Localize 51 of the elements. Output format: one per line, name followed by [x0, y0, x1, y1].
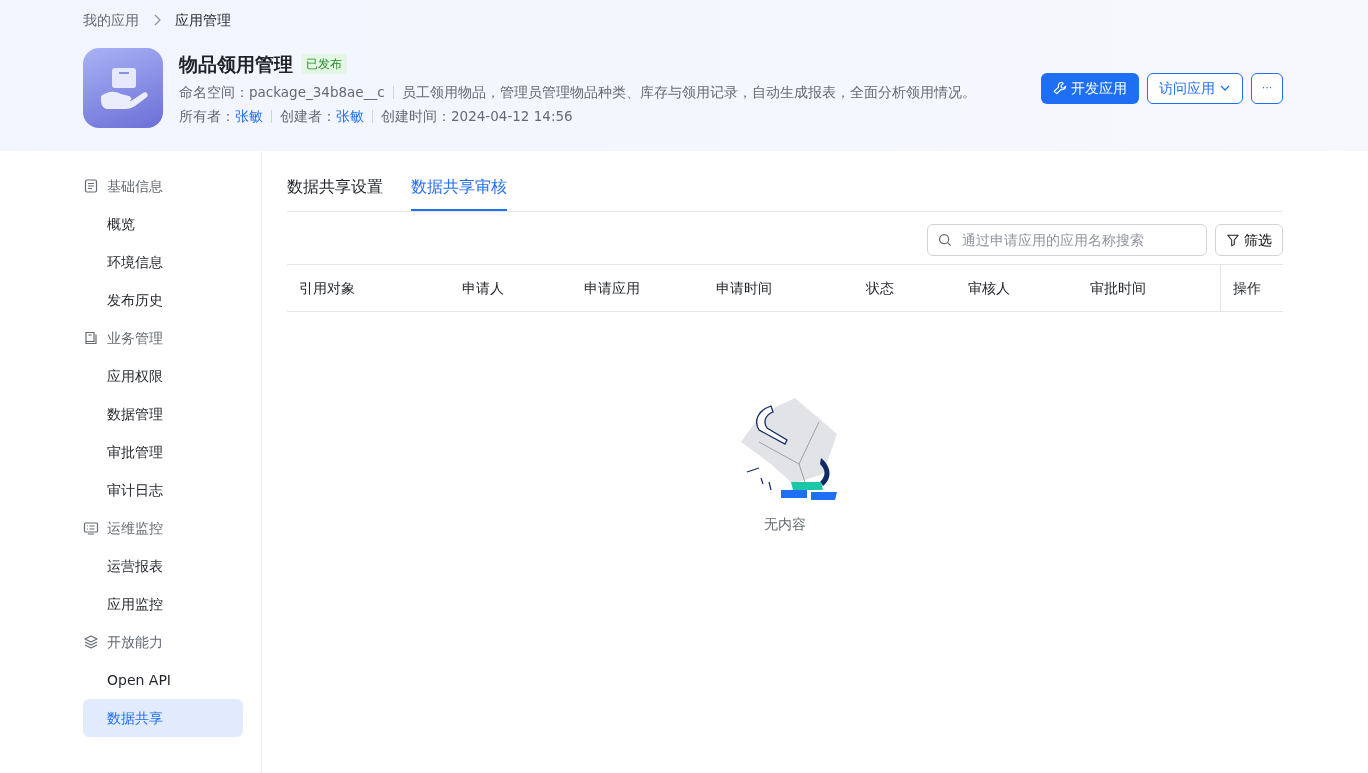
- filter-icon: [1226, 233, 1240, 247]
- sidebar-item[interactable]: 审批管理: [83, 433, 243, 471]
- visit-app-dropdown[interactable]: 访问应用: [1147, 72, 1243, 104]
- develop-app-button[interactable]: 开发应用: [1041, 72, 1139, 104]
- tab[interactable]: 数据共享审核: [411, 167, 507, 211]
- sidebar-item[interactable]: 应用监控: [83, 585, 243, 623]
- sidebar-group-label: 业务管理: [107, 328, 163, 348]
- sidebar-item[interactable]: 应用权限: [83, 357, 243, 395]
- filter-button[interactable]: 筛选: [1215, 224, 1283, 256]
- sidebar-item[interactable]: 发布历史: [83, 281, 243, 319]
- search-field[interactable]: 通过申请应用的应用名称搜索: [927, 224, 1207, 256]
- sidebar-group-label: 开放能力: [107, 632, 163, 652]
- sidebar-group-label: 基础信息: [107, 176, 163, 196]
- owner-label: 所有者：: [179, 107, 235, 127]
- book-icon: [83, 330, 99, 346]
- creator-label: 创建者：: [280, 107, 336, 127]
- sidebar-item[interactable]: 数据共享: [83, 699, 243, 737]
- empty-state-text: 无内容: [764, 515, 806, 534]
- column-header: 申请人: [461, 278, 505, 298]
- wrench-icon: [1053, 81, 1067, 95]
- column-header: 审批时间: [1089, 278, 1147, 298]
- column-header: 申请时间: [715, 278, 773, 298]
- owner-link[interactable]: 张敏: [235, 106, 263, 127]
- created-time: 2024-04-12 14:56: [451, 107, 573, 127]
- app-icon: [83, 48, 163, 128]
- column-header: 操作: [1220, 264, 1283, 312]
- layers-icon: [83, 634, 99, 650]
- sidebar-item[interactable]: 审计日志: [83, 471, 243, 509]
- app-name: 物品领用管理: [179, 51, 293, 77]
- column-header: 状态: [865, 278, 895, 298]
- sidebar-item[interactable]: 运营报表: [83, 547, 243, 585]
- sidebar-item[interactable]: 数据管理: [83, 395, 243, 433]
- breadcrumb-current: 应用管理: [175, 10, 231, 30]
- tab[interactable]: 数据共享设置: [287, 167, 383, 211]
- column-header: 引用对象: [298, 278, 356, 298]
- sidebar-group-label: 运维监控: [107, 518, 163, 538]
- status-tag: 已发布: [301, 53, 347, 74]
- sidebar-item[interactable]: Open API: [83, 661, 243, 699]
- created-label: 创建时间：: [381, 107, 451, 127]
- breadcrumb-link[interactable]: 我的应用: [83, 9, 139, 31]
- namespace-label: 命名空间：: [179, 83, 249, 102]
- more-button[interactable]: ···: [1251, 72, 1283, 104]
- app-description: 员工领用物品，管理员管理物品种类、库存与领用记录，自动生成报表，全面分析领用情况。: [401, 83, 976, 102]
- column-header: 申请应用: [583, 278, 641, 298]
- monitor-icon: [83, 520, 99, 536]
- namespace-value: package_34b8ae__c: [249, 83, 385, 102]
- document-icon: [83, 178, 99, 194]
- sidebar-item[interactable]: 概览: [83, 205, 243, 243]
- creator-link[interactable]: 张敏: [336, 106, 364, 127]
- column-header: 审核人: [967, 278, 1011, 298]
- sidebar-item[interactable]: 环境信息: [83, 243, 243, 281]
